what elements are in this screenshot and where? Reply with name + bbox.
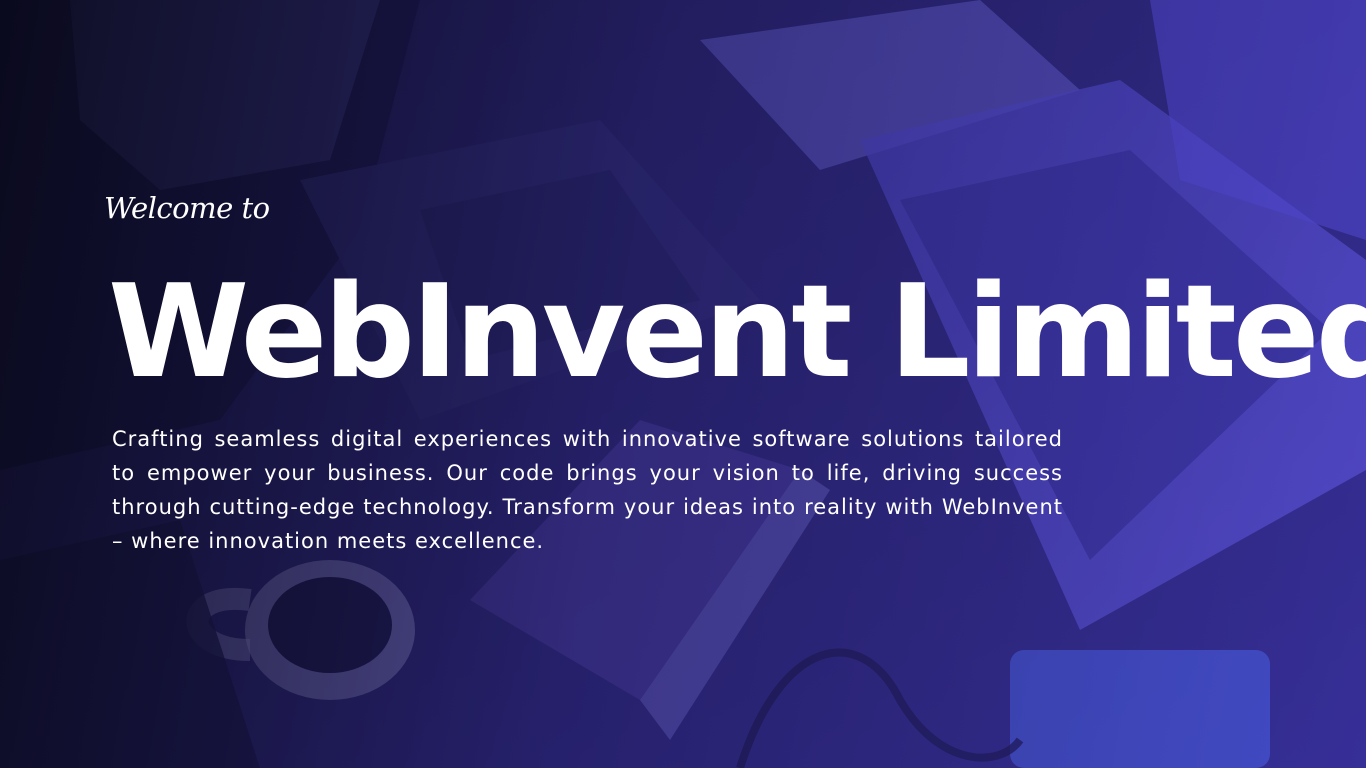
hero-section: Welcome to WebInvent Limited Crafting se… (0, 0, 1366, 768)
welcome-text: Welcome to (104, 191, 270, 225)
company-title: WebInvent Limited (108, 258, 1366, 407)
company-description: Crafting seamless digital experiences wi… (112, 427, 1063, 553)
